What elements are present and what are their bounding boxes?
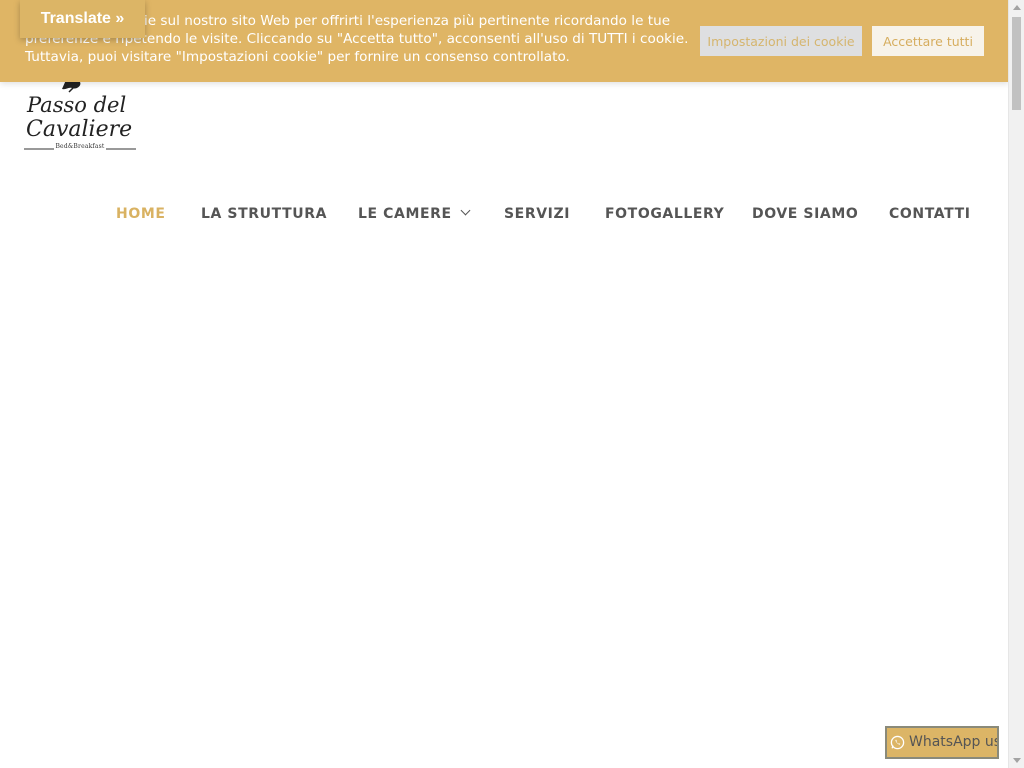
nav-item-home[interactable]: HOME: [116, 206, 166, 222]
translate-button[interactable]: Translate »: [20, 0, 145, 38]
main-nav: HOME LA STRUTTURA LE CAMERE SERVIZI FOTO…: [0, 198, 1009, 234]
nav-item-la-struttura[interactable]: LA STRUTTURA: [201, 206, 327, 222]
chevron-down-icon: [460, 205, 471, 216]
cookie-banner: Utilizziamo i cookie sul nostro sito Web…: [0, 0, 1009, 82]
logo-line2: Cavaliere: [26, 117, 132, 142]
cookie-accept-all-button[interactable]: Accettare tutti: [872, 26, 984, 56]
scroll-down-arrow-icon[interactable]: [1013, 758, 1021, 763]
nav-item-dove-siamo[interactable]: DOVE SIAMO: [752, 206, 858, 222]
scroll-up-arrow-icon[interactable]: [1013, 5, 1021, 10]
nav-item-le-camere[interactable]: LE CAMERE: [358, 205, 471, 222]
page-scrollbar[interactable]: [1008, 0, 1024, 768]
scroll-thumb[interactable]: [1012, 17, 1021, 110]
nav-item-contatti[interactable]: CONTATTI: [889, 206, 971, 222]
whatsapp-button[interactable]: WhatsApp us: [885, 726, 999, 759]
nav-item-fotogallery[interactable]: FOTOGALLERY: [605, 206, 724, 222]
nav-item-servizi[interactable]: SERVIZI: [504, 206, 570, 222]
logo-tagline: Bed&Breakfast: [55, 143, 105, 150]
nav-item-le-camere-label: LE CAMERE: [358, 206, 452, 222]
whatsapp-label: WhatsApp us: [909, 734, 999, 750]
whatsapp-icon: [890, 735, 905, 750]
logo-line1: Passo del: [26, 93, 126, 117]
cookie-settings-button[interactable]: Impostazioni dei cookie: [700, 26, 862, 56]
page: Passo del Cavaliere Bed&Breakfast HOME L…: [0, 0, 1024, 768]
